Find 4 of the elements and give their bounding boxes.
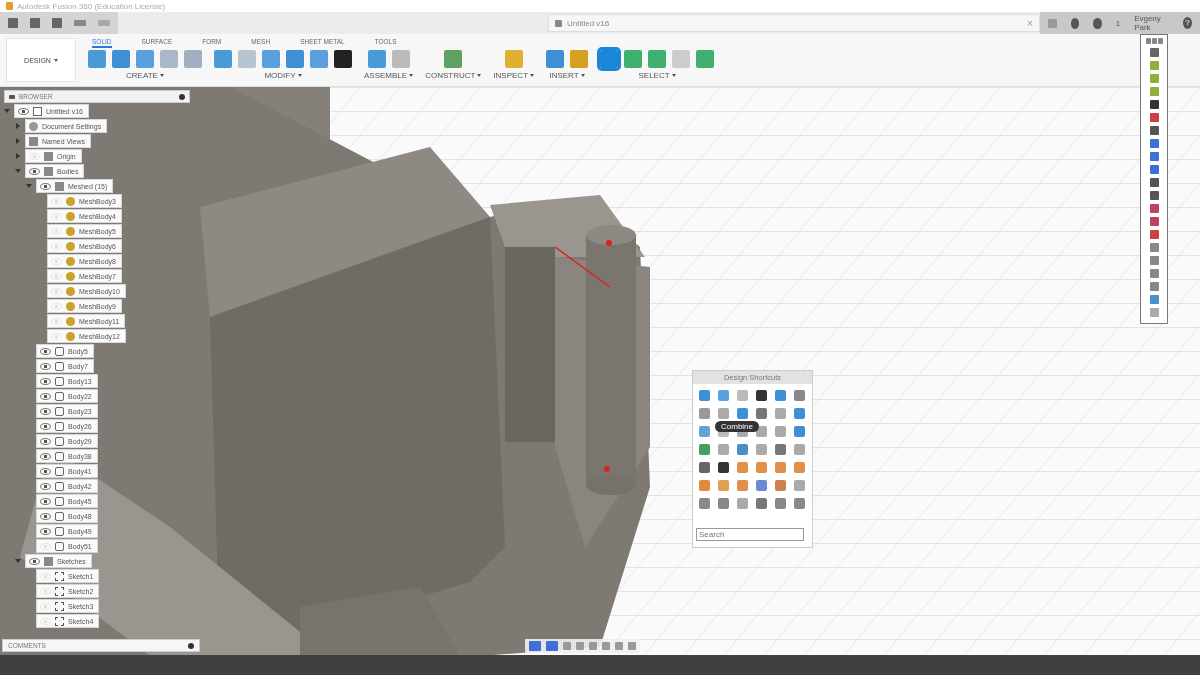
notification-count: 1 bbox=[1115, 18, 1121, 28]
tooltip: Combine bbox=[715, 421, 759, 432]
document-title: Untitled v16 bbox=[567, 18, 611, 28]
window-title: Autodesk Fusion 360 (Education License) bbox=[17, 1, 166, 11]
